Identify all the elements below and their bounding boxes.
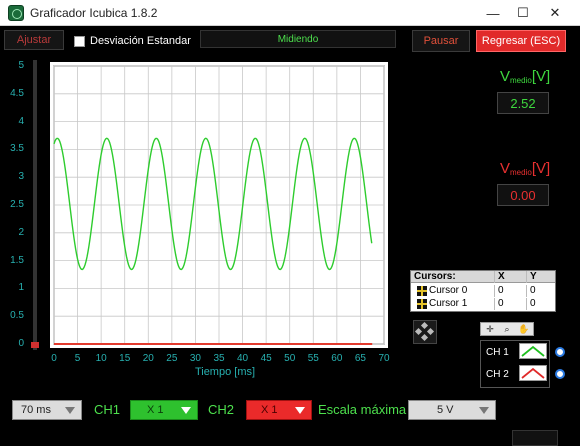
y-tick-label: 2.5	[10, 199, 24, 210]
ch2-gain-label: CH2	[208, 402, 235, 417]
app-icon	[8, 5, 24, 21]
offset-slider-thumb[interactable]	[31, 342, 39, 348]
window-titlebar: Graficador Icubica 1.8.2 — ☐ ✕	[0, 0, 580, 26]
ch2-mean-value: 0.00	[497, 184, 549, 206]
ajustar-button[interactable]: Ajustar	[4, 30, 64, 50]
ch1-line-swatch[interactable]	[519, 343, 547, 359]
y-tick-label: 3	[18, 171, 24, 183]
y-tick-label: 0.5	[10, 310, 24, 322]
y-tick-label: 4	[18, 115, 24, 127]
offset-slider-track[interactable]	[33, 60, 37, 350]
x-tick-label: 45	[260, 353, 272, 364]
hand-tool-icon[interactable]: ✋	[517, 324, 531, 335]
x-tick-label: 50	[284, 353, 296, 364]
x-tick-label: 0	[51, 353, 57, 364]
window-title: Graficador Icubica 1.8.2	[30, 6, 158, 20]
ch2-radio[interactable]	[555, 369, 565, 379]
close-button[interactable]: ✕	[540, 2, 570, 24]
channel-legend: CH 1 CH 2	[480, 340, 550, 388]
regresar-button[interactable]: Regresar (ESC)	[476, 30, 566, 52]
pan-button[interactable]	[413, 320, 437, 344]
ch2-legend-label: CH 2	[486, 369, 509, 380]
x-tick-label: 15	[119, 353, 131, 364]
pausar-button[interactable]: Pausar	[412, 30, 470, 52]
y-tick-label: 4.5	[10, 87, 24, 99]
ch1-mean-value: 2.52	[497, 92, 549, 114]
chevron-down-icon	[181, 407, 191, 414]
cursor-table[interactable]: Cursors: X Y Cursor 0 0 0 Cursor 1 0 0	[410, 270, 556, 312]
status-display: Midiendo	[200, 30, 396, 48]
cursor-row[interactable]: Cursor 0 0 0	[411, 285, 555, 297]
y-tick-label: 0	[18, 338, 24, 349]
chevron-down-icon	[295, 407, 305, 414]
chevron-down-icon	[65, 407, 75, 414]
y-tick-label: 2	[18, 226, 24, 238]
crosshair-tool-icon[interactable]: ✛	[483, 324, 497, 335]
std-dev-label: Desviación Estandar	[90, 35, 191, 47]
plot-area[interactable]	[50, 62, 388, 348]
x-axis-label: Tiempo [ms]	[194, 366, 256, 378]
x-tick-label: 55	[307, 353, 319, 364]
y-tick-label: 3.5	[10, 143, 24, 155]
x-tick-label: 65	[354, 353, 366, 364]
x-tick-label: 5	[74, 353, 81, 364]
graph-tools: ✛ ⌕ ✋	[480, 322, 534, 336]
ch1-gain-label: CH1	[94, 402, 121, 417]
crosshair-icon	[417, 299, 427, 309]
cursor-table-header: Cursors: X Y	[411, 271, 555, 283]
x-tick-label: 10	[95, 353, 107, 364]
y-tick-label: 5	[18, 60, 24, 71]
waveform-chart	[53, 65, 385, 345]
std-dev-checkbox[interactable]	[74, 36, 85, 47]
bottom-indicator	[512, 430, 558, 446]
maximize-button[interactable]: ☐	[508, 2, 538, 24]
ch2-line-swatch[interactable]	[519, 365, 547, 381]
y-tick-label: 1	[18, 282, 24, 294]
ch1-gain-select[interactable]: X 1	[130, 400, 198, 420]
x-tick-label: 30	[189, 353, 201, 364]
chevron-down-icon	[479, 407, 489, 414]
ch1-legend-label: CH 1	[486, 347, 509, 358]
zoom-tool-icon[interactable]: ⌕	[500, 324, 514, 335]
app-body: Ajustar Desviación Estandar Midiendo Pau…	[0, 26, 580, 446]
x-tick-label: 70	[378, 353, 390, 364]
cursor-1-y: 0	[530, 298, 536, 309]
cursor-1-x: 0	[495, 298, 527, 310]
x-tick-label: 20	[142, 353, 154, 364]
timebase-select[interactable]: 70 ms	[12, 400, 82, 420]
ch1-radio[interactable]	[555, 347, 565, 357]
ch2-gain-select[interactable]: X 1	[246, 400, 312, 420]
ch2-mean-label: Vmedio[V]	[500, 160, 551, 177]
x-tick-label: 25	[166, 353, 178, 364]
x-tick-label: 35	[213, 353, 225, 364]
y-tick-label: 1.5	[10, 254, 24, 266]
x-tick-label: 40	[237, 353, 249, 364]
minimize-button[interactable]: —	[478, 2, 508, 24]
max-scale-label: Escala máxima	[318, 402, 407, 417]
cursor-row[interactable]: Cursor 1 0 0	[411, 298, 555, 310]
pan-diamond-icon	[414, 321, 435, 342]
x-tick-label: 60	[331, 353, 343, 364]
max-scale-select[interactable]: 5 V	[408, 400, 496, 420]
bottom-controls: 70 ms CH1 X 1 CH2 X 1 Escala máxima 5 V	[0, 392, 580, 446]
crosshair-icon	[417, 286, 427, 296]
ch1-mean-label: Vmedio[V]	[500, 68, 551, 85]
cursor-0-y: 0	[530, 285, 536, 296]
cursor-0-x: 0	[495, 285, 527, 297]
